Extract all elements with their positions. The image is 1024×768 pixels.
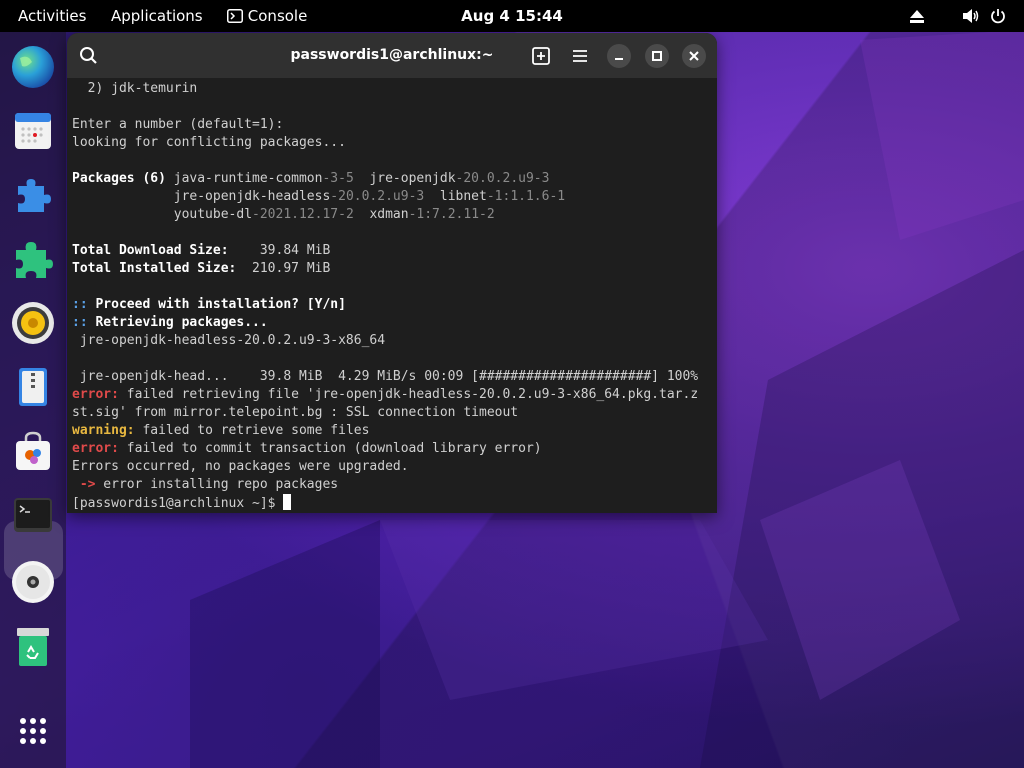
- archive-icon[interactable]: [10, 364, 56, 410]
- app-grid-icon[interactable]: [10, 708, 56, 754]
- terminal-line: Total Installed Size: 210.97 MiB: [72, 260, 330, 278]
- package-version: -20.0.2.u9-3: [330, 189, 425, 204]
- terminal-line: error: failed retrieving file 'jre-openj…: [72, 386, 698, 404]
- terminal-line: error: failed to commit transaction (dow…: [72, 440, 542, 458]
- package-name: libnet: [439, 189, 487, 204]
- download-size-value: 39.84 MiB: [259, 243, 331, 258]
- speaker-icon[interactable]: [10, 300, 56, 346]
- package-version: -3-5: [322, 171, 354, 186]
- shell-prompt: [passwordis1@archlinux ~]$: [72, 496, 284, 511]
- package-version: -20.0.2.u9-3: [455, 171, 550, 186]
- terminal-line: Errors occurred, no packages were upgrad…: [72, 459, 409, 474]
- clock[interactable]: Aug 4 15:44: [0, 0, 1024, 32]
- package-name: youtube-dl: [173, 207, 253, 222]
- package-name: xdman: [369, 207, 409, 222]
- dock: [0, 32, 66, 768]
- terminal-line: youtube-dl-2021.12.17-2 xdman-1:7.2.11-2: [72, 206, 495, 224]
- warning-message: failed to retrieve some files: [134, 423, 370, 438]
- prompt-marker: ::: [72, 315, 88, 330]
- minimize-button[interactable]: [607, 44, 631, 68]
- terminal-line: :: Retrieving packages...: [72, 314, 268, 332]
- terminal-prompt-line[interactable]: [passwordis1@archlinux ~]$: [72, 494, 292, 512]
- top-bar: Activities Applications Console Aug 4 15…: [0, 0, 1024, 32]
- globe-icon[interactable]: [10, 44, 56, 90]
- power-icon[interactable]: [990, 8, 1006, 24]
- error-message: failed retrieving file 'jre-openjdk-head…: [118, 387, 699, 402]
- close-button[interactable]: [682, 44, 706, 68]
- terminal-output[interactable]: 2) jdk-temurin Enter a number (default=1…: [72, 79, 717, 513]
- error-message: failed to commit transaction (download l…: [118, 441, 542, 456]
- terminal-line: warning: failed to retrieve some files: [72, 422, 369, 440]
- console-window: passwordis1@archlinux:~ 2) jdk-temurin E…: [67, 33, 717, 513]
- close-icon: [689, 51, 699, 61]
- package-name: jre-openjdk: [369, 171, 456, 186]
- disc-icon[interactable]: [10, 559, 56, 605]
- installed-size-value: 210.97 MiB: [252, 261, 331, 276]
- packages-header: Packages (6): [72, 171, 174, 186]
- terminal-line: 2) jdk-temurin: [72, 81, 198, 96]
- hamburger-menu-icon[interactable]: [567, 43, 593, 69]
- package-version: -1:1.1.6-1: [486, 189, 566, 204]
- terminal-line: Total Download Size: 39.84 MiB: [72, 242, 330, 260]
- package-version: -2021.12.17-2: [252, 207, 354, 222]
- download-progress-line: jre-openjdk-head... 39.8 MiB 4.29 MiB/s …: [72, 369, 699, 384]
- eject-icon[interactable]: [909, 8, 925, 24]
- window-titlebar[interactable]: passwordis1@archlinux:~: [67, 33, 717, 78]
- package-version: -1:7.2.11-2: [408, 207, 495, 222]
- volume-icon[interactable]: [962, 8, 980, 24]
- error-label: error:: [72, 441, 119, 456]
- terminal-line: :: Proceed with installation? [Y/n]: [72, 296, 346, 314]
- terminal-line: st.sig' from mirror.telepoint.bg : SSL c…: [72, 405, 519, 420]
- shopping-bag-icon[interactable]: [10, 428, 56, 474]
- minimize-icon: [615, 58, 623, 60]
- terminal-line: jre-openjdk-headless-20.0.2.u9-3 libnet-…: [72, 188, 565, 206]
- text-cursor: [283, 494, 292, 510]
- arrow-marker: ->: [72, 477, 96, 492]
- installed-size-label: Total Installed Size:: [72, 261, 237, 276]
- calendar-icon[interactable]: [10, 108, 56, 154]
- download-size-label: Total Download Size:: [72, 243, 229, 258]
- retrieving-text: Retrieving packages...: [95, 315, 268, 330]
- terminal-line: -> error installing repo packages: [72, 476, 338, 494]
- terminal-line: jre-openjdk-headless-20.0.2.u9-3-x86_64: [72, 333, 386, 348]
- puzzle-green-icon[interactable]: [10, 236, 56, 282]
- puzzle-blue-icon[interactable]: [10, 172, 56, 218]
- maximize-icon: [652, 51, 662, 61]
- error-label: error:: [72, 387, 119, 402]
- prompt-marker: ::: [72, 297, 88, 312]
- terminal-line: looking for conflicting packages...: [72, 135, 346, 150]
- package-name: jre-openjdk-headless: [173, 189, 331, 204]
- terminal-line: Packages (6) java-runtime-common-3-5 jre…: [72, 170, 549, 188]
- warning-label: warning:: [72, 423, 135, 438]
- maximize-button[interactable]: [645, 44, 669, 68]
- new-tab-icon[interactable]: [528, 43, 554, 69]
- terminal-line: Enter a number (default=1):: [72, 117, 284, 132]
- search-icon[interactable]: [76, 43, 102, 69]
- repo-error-message: error installing repo packages: [95, 477, 339, 492]
- proceed-question: Proceed with installation? [Y/n]: [95, 297, 346, 312]
- terminal-icon[interactable]: [10, 492, 56, 538]
- trash-icon[interactable]: [10, 624, 56, 670]
- package-name: java-runtime-common: [173, 171, 323, 186]
